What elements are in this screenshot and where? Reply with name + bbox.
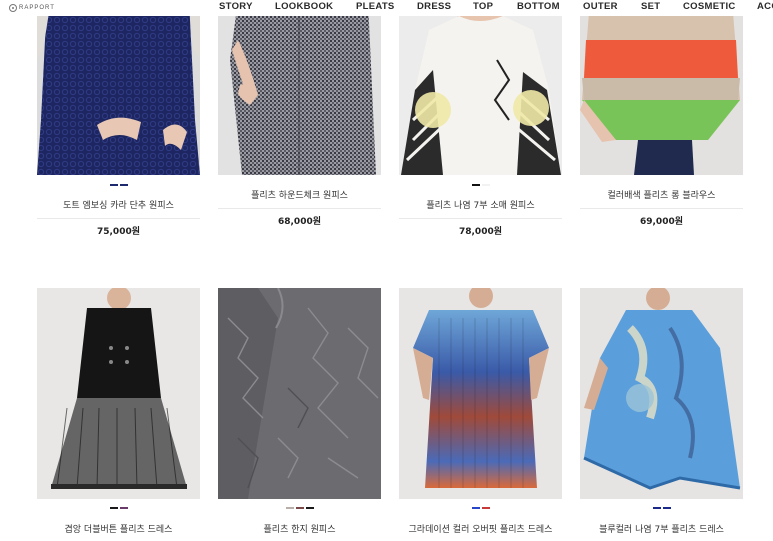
color-swatches	[218, 507, 381, 510]
nav-pleats[interactable]: PLEATS	[356, 1, 395, 12]
color-swatches	[399, 184, 562, 187]
nav-story[interactable]: STORY	[219, 1, 253, 12]
divider	[37, 218, 200, 219]
swatch[interactable]	[119, 184, 128, 186]
nav-cosmetic[interactable]: COSMETIC	[683, 1, 736, 12]
nav-set[interactable]: SET	[641, 1, 660, 12]
divider	[580, 208, 743, 209]
double-button-dress-photo[interactable]	[37, 288, 200, 499]
product-card[interactable]: 컬러배색 플리츠 롱 블라우스 69,000원	[580, 0, 743, 245]
navy-dot-dress-photo[interactable]	[37, 0, 200, 175]
houndstooth-dress-photo[interactable]	[218, 0, 381, 175]
product-name[interactable]: 그라데이션 컬러 오버핏 플리츠 드레스	[399, 522, 562, 535]
nav-top[interactable]: TOP	[473, 1, 493, 12]
product-card[interactable]: 도트 엠보싱 카라 단추 원피스 75,000원	[37, 0, 200, 245]
product-name[interactable]: 컬러배색 플리츠 롱 블라우스	[580, 188, 743, 201]
printed-sleeve-dress-photo[interactable]	[399, 0, 562, 175]
blue-print-dress-photo[interactable]	[580, 288, 743, 499]
product-price: 68,000원	[277, 217, 321, 227]
site-header: RAPPORT STORY LOOKBOOK PLEATS DRESS TOP …	[0, 0, 773, 16]
product-card[interactable]: 플리츠 하운드체크 원피스 68,000원	[218, 0, 381, 245]
swatch[interactable]	[295, 507, 304, 509]
product-name[interactable]: 겹앙 더블버튼 플리츠 드레스	[37, 522, 200, 535]
product-name[interactable]: 플리츠 하운드체크 원피스	[218, 188, 381, 201]
product-name[interactable]: 블루컬러 나염 7부 플리츠 드레스	[580, 522, 743, 535]
swatch[interactable]	[109, 507, 118, 509]
divider	[399, 218, 562, 219]
product-card[interactable]: 플리츠 한지 원피스	[218, 288, 381, 541]
product-card[interactable]: 그라데이션 컬러 오버핏 플리츠 드레스	[399, 288, 562, 541]
nav-lookbook[interactable]: LOOKBOOK	[275, 1, 333, 12]
nav-bottom[interactable]: BOTTOM	[517, 1, 560, 12]
swatch[interactable]	[481, 507, 490, 509]
product-card[interactable]: 블루컬러 나염 7부 플리츠 드레스	[580, 288, 743, 541]
nav-acc[interactable]: ACC	[757, 1, 773, 12]
nav-outer[interactable]: OUTER	[583, 1, 618, 12]
swatch[interactable]	[471, 507, 480, 509]
colorblock-blouse-photo[interactable]	[580, 0, 743, 175]
main-nav: STORY LOOKBOOK PLEATS DRESS TOP BOTTOM O…	[0, 0, 773, 14]
color-swatches	[399, 507, 562, 510]
swatch[interactable]	[481, 184, 490, 186]
divider	[218, 208, 381, 209]
gradient-dress-photo[interactable]	[399, 288, 562, 499]
product-price: 78,000원	[458, 227, 502, 237]
product-price: 75,000원	[96, 227, 140, 237]
swatch[interactable]	[285, 507, 294, 509]
product-name[interactable]: 도트 엠보싱 카라 단추 원피스	[37, 198, 200, 211]
color-swatches	[580, 507, 743, 510]
product-name[interactable]: 플리츠 한지 원피스	[218, 522, 381, 535]
swatch[interactable]	[305, 507, 314, 509]
nav-dress[interactable]: DRESS	[417, 1, 451, 12]
swatch[interactable]	[652, 507, 661, 509]
product-name[interactable]: 플리츠 나염 7부 소매 원피스	[399, 198, 562, 211]
swatch[interactable]	[119, 507, 128, 509]
hanji-dress-photo[interactable]	[218, 288, 381, 499]
swatch[interactable]	[662, 507, 671, 509]
product-card[interactable]: 플리츠 나염 7부 소매 원피스 78,000원	[399, 0, 562, 245]
swatch[interactable]	[471, 184, 480, 186]
product-price: 69,000원	[639, 217, 683, 227]
color-swatches	[37, 184, 200, 187]
product-card[interactable]: 겹앙 더블버튼 플리츠 드레스	[37, 288, 200, 541]
swatch[interactable]	[109, 184, 118, 186]
color-swatches	[37, 507, 200, 510]
